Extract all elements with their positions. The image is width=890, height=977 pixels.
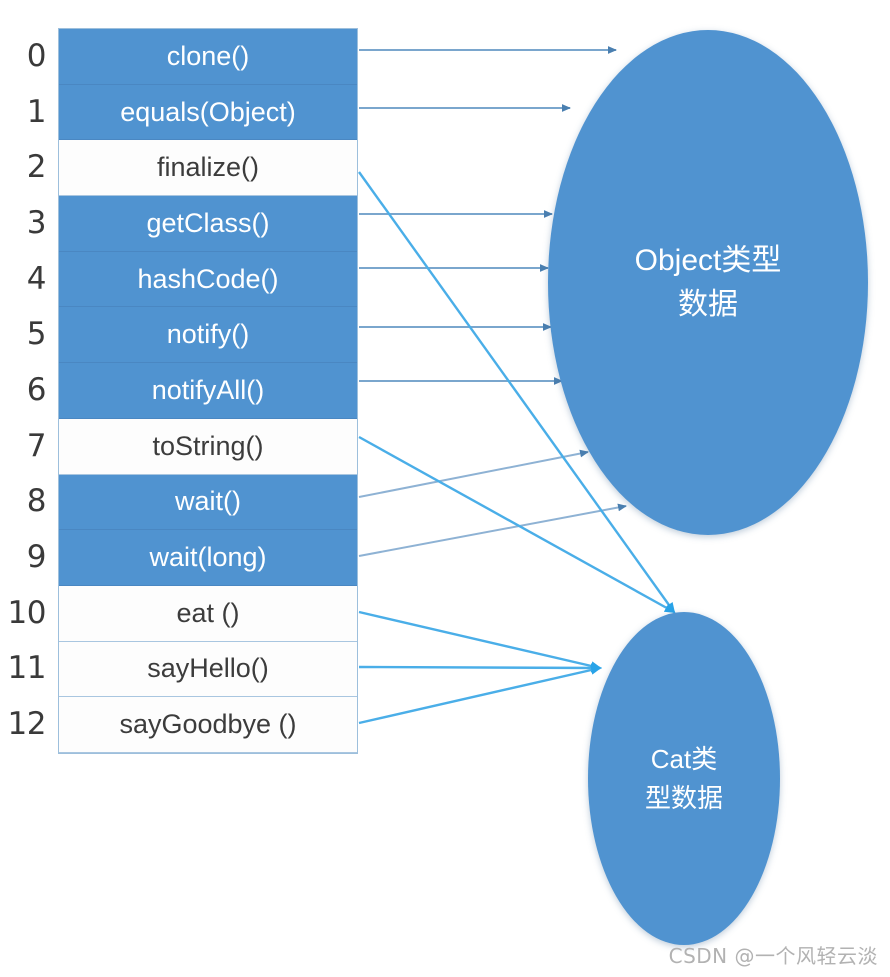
table-row[interactable]: getClass() <box>59 196 357 252</box>
method-label: notifyAll() <box>151 374 265 405</box>
row-index: 1 <box>26 93 47 130</box>
method-label: sayHello() <box>147 653 269 684</box>
cat-type-data-node[interactable]: Cat类 型数据 <box>588 612 780 945</box>
row-index: 0 <box>26 37 47 74</box>
method-label: toString() <box>152 430 264 461</box>
method-label: wait() <box>175 486 241 517</box>
row-index: 2 <box>26 149 47 186</box>
table-row[interactable]: sayHello() <box>59 641 357 698</box>
method-label: hashCode() <box>137 263 279 294</box>
method-label: finalize() <box>156 152 260 183</box>
method-label: getClass() <box>146 207 270 238</box>
table-row[interactable]: sayGoodbye () <box>59 697 357 753</box>
edge-waitlong-to-object <box>358 503 627 557</box>
table-row[interactable]: clone() <box>59 29 357 85</box>
cat-node-label: Cat类 型数据 <box>645 740 723 818</box>
edge-saygoodbye-to-cat <box>358 665 602 725</box>
object-node-label: Object类型 数据 <box>635 239 782 326</box>
method-label: equals(Object) <box>120 96 296 127</box>
row-index: 8 <box>26 483 47 520</box>
edge-sayhello-to-cat <box>358 663 602 673</box>
table-row[interactable]: wait() <box>59 474 357 531</box>
table-row[interactable]: equals(Object) <box>59 84 357 141</box>
diagram-canvas: 0 1 2 3 4 5 6 7 8 9 10 11 12 clone() equ… <box>0 0 890 977</box>
method-label: eat () <box>176 597 240 628</box>
row-index-column: 0 1 2 3 4 5 6 7 8 9 10 11 12 <box>0 28 52 752</box>
method-table: clone() equals(Object) finalize() getCla… <box>58 28 358 754</box>
row-index: 6 <box>26 371 47 408</box>
method-label: notify() <box>166 319 250 350</box>
table-row[interactable]: wait(long) <box>59 530 357 586</box>
object-type-data-node[interactable]: Object类型 数据 <box>548 30 868 535</box>
edge-eat-to-cat <box>358 610 602 671</box>
method-label: sayGoodbye () <box>119 709 297 740</box>
row-index: 10 <box>7 594 47 631</box>
row-index: 3 <box>26 204 47 241</box>
csdn-watermark: CSDN @一个风轻云淡 <box>668 944 878 968</box>
row-index: 11 <box>7 650 47 687</box>
method-label: wait(long) <box>149 542 267 573</box>
object-node-label-line2: 数据 <box>678 287 738 321</box>
table-row[interactable]: notifyAll() <box>59 363 357 419</box>
table-row[interactable]: notify() <box>59 307 357 364</box>
row-index: 12 <box>7 706 47 743</box>
edge-wait-to-object <box>358 449 589 498</box>
method-label: clone() <box>166 40 250 71</box>
table-row[interactable]: hashCode() <box>59 251 357 308</box>
table-row[interactable]: toString() <box>59 418 357 475</box>
object-node-label-line1: Object类型 <box>634 244 782 277</box>
cat-node-label-line1: Cat类 <box>650 743 718 774</box>
cat-node-label-line2: 型数据 <box>644 782 723 813</box>
table-row[interactable]: finalize() <box>59 140 357 197</box>
row-index: 5 <box>26 316 47 353</box>
row-index: 9 <box>26 539 47 576</box>
table-row[interactable]: eat () <box>59 585 357 642</box>
row-index: 7 <box>26 427 47 464</box>
row-index: 4 <box>26 260 47 297</box>
